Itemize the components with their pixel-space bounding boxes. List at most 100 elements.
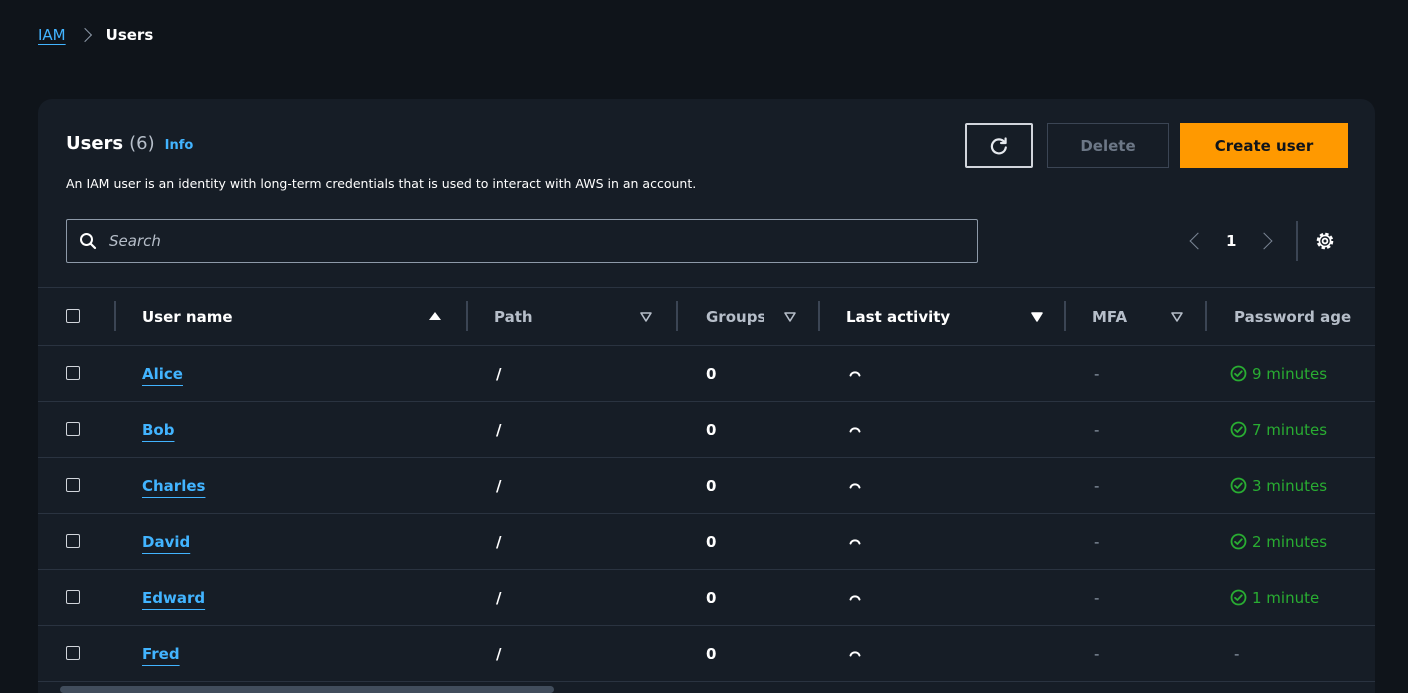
password-age-text: 1 minute: [1252, 588, 1320, 607]
table-row: Charles / 0 - 3 minutes: [38, 458, 1375, 514]
mfa-value: -: [1094, 476, 1100, 495]
password-age-text: -: [1234, 644, 1240, 663]
panel-header: Users (6) Info: [66, 133, 193, 154]
pagination: 1: [1178, 221, 1336, 261]
column-header-path[interactable]: Path: [494, 288, 533, 345]
breadcrumb: IAM Users: [38, 24, 153, 46]
column-divider: [1064, 301, 1066, 331]
column-header-user-name[interactable]: User name: [142, 288, 233, 345]
groups-value: 0: [706, 420, 717, 439]
mfa-value: -: [1094, 420, 1100, 439]
create-user-button[interactable]: Create user: [1180, 123, 1348, 168]
breadcrumb-current: Users: [105, 26, 154, 44]
row-checkbox[interactable]: [66, 366, 80, 380]
path-value: /: [496, 532, 502, 551]
path-value: /: [496, 420, 502, 439]
password-age-text: 9 minutes: [1252, 364, 1328, 383]
column-label-path: Path: [494, 307, 533, 326]
delete-button[interactable]: Delete: [1047, 123, 1169, 168]
next-page-icon[interactable]: [1255, 232, 1273, 250]
chevron-right-icon: [77, 27, 92, 43]
password-age-text: 3 minutes: [1252, 476, 1328, 495]
check-circle-icon: [1230, 533, 1247, 550]
user-name-link[interactable]: Bob: [142, 421, 174, 439]
table-header: User name Path Groups Last activity MFA …: [38, 287, 1375, 346]
check-circle-icon: [1230, 421, 1247, 438]
user-name-link[interactable]: Charles: [142, 477, 205, 495]
row-checkbox[interactable]: [66, 646, 80, 660]
loading-spinner-icon: [848, 514, 862, 569]
row-checkbox[interactable]: [66, 534, 80, 548]
groups-value: 0: [706, 588, 717, 607]
password-age-value: 7 minutes: [1230, 402, 1327, 457]
mfa-value: -: [1094, 532, 1100, 551]
search-input[interactable]: [107, 231, 971, 251]
column-divider: [114, 301, 116, 331]
table-row: Edward / 0 - 1 minute: [38, 570, 1375, 626]
column-header-password-age[interactable]: Password age: [1234, 288, 1351, 345]
column-divider: [818, 301, 820, 331]
info-link[interactable]: Info: [165, 138, 194, 153]
loading-spinner-icon: [848, 570, 862, 625]
path-value: /: [496, 588, 502, 607]
table-row: Alice / 0 - 9 minutes: [38, 346, 1375, 402]
table-row: Fred / 0 - -: [38, 626, 1375, 682]
breadcrumb-iam-link[interactable]: IAM: [38, 26, 66, 44]
loading-spinner-icon: [848, 458, 862, 513]
check-circle-icon: [1230, 589, 1247, 606]
refresh-icon: [989, 136, 1009, 156]
path-value: /: [496, 476, 502, 495]
password-age-text: 2 minutes: [1252, 532, 1328, 551]
users-table: User name Path Groups Last activity MFA …: [38, 287, 1375, 682]
mfa-value: -: [1094, 364, 1100, 383]
check-circle-icon: [1230, 477, 1247, 494]
password-age-value: 3 minutes: [1230, 458, 1327, 513]
groups-value: 0: [706, 476, 717, 495]
groups-value: 0: [706, 364, 717, 383]
column-label-groups: Groups: [706, 307, 764, 326]
pagination-divider: [1296, 221, 1298, 261]
sort-ascending-icon[interactable]: [429, 312, 441, 320]
path-value: /: [496, 644, 502, 663]
previous-page-icon[interactable]: [1189, 232, 1207, 250]
scrollbar-thumb[interactable]: [60, 686, 554, 693]
user-name-link[interactable]: Edward: [142, 589, 205, 607]
loading-spinner-icon: [848, 402, 862, 457]
page-title: Users: [66, 133, 124, 154]
refresh-button[interactable]: [965, 123, 1033, 168]
row-checkbox[interactable]: [66, 422, 80, 436]
current-page-number[interactable]: 1: [1226, 232, 1236, 250]
gear-icon[interactable]: [1314, 230, 1336, 252]
password-age-value: 9 minutes: [1230, 346, 1327, 401]
column-divider: [1205, 301, 1207, 331]
search-icon: [79, 232, 97, 250]
path-value: /: [496, 364, 502, 383]
password-age-text: 7 minutes: [1252, 420, 1328, 439]
iam-users-page: IAM Users Users (6) Info An IAM user is …: [0, 0, 1408, 693]
row-checkbox[interactable]: [66, 478, 80, 492]
search-box[interactable]: [66, 219, 978, 263]
column-label-last-activity: Last activity: [846, 307, 951, 326]
table-row: David / 0 - 2 minutes: [38, 514, 1375, 570]
mfa-value: -: [1094, 644, 1100, 663]
password-age-value: -: [1234, 626, 1239, 681]
select-all-checkbox[interactable]: [66, 309, 80, 323]
mfa-value: -: [1094, 588, 1100, 607]
column-header-mfa[interactable]: MFA: [1092, 288, 1127, 345]
column-header-last-activity[interactable]: Last activity: [846, 288, 950, 345]
loading-spinner-icon: [848, 346, 862, 401]
groups-value: 0: [706, 532, 717, 551]
loading-spinner-icon: [848, 626, 862, 681]
password-age-value: 1 minute: [1230, 570, 1319, 625]
password-age-value: 2 minutes: [1230, 514, 1327, 569]
table-row: Bob / 0 - 7 minutes: [38, 402, 1375, 458]
column-header-groups[interactable]: Groups: [706, 288, 764, 345]
user-name-link[interactable]: Alice: [142, 365, 183, 383]
user-name-link[interactable]: David: [142, 533, 190, 551]
column-label-password-age: Password age: [1234, 307, 1352, 326]
user-name-link[interactable]: Fred: [142, 645, 180, 663]
table-body: Alice / 0 - 9 minutes Bob / 0 - 7 minute…: [38, 346, 1375, 682]
column-divider: [676, 301, 678, 331]
horizontal-scrollbar[interactable]: [38, 684, 1375, 693]
row-checkbox[interactable]: [66, 590, 80, 604]
